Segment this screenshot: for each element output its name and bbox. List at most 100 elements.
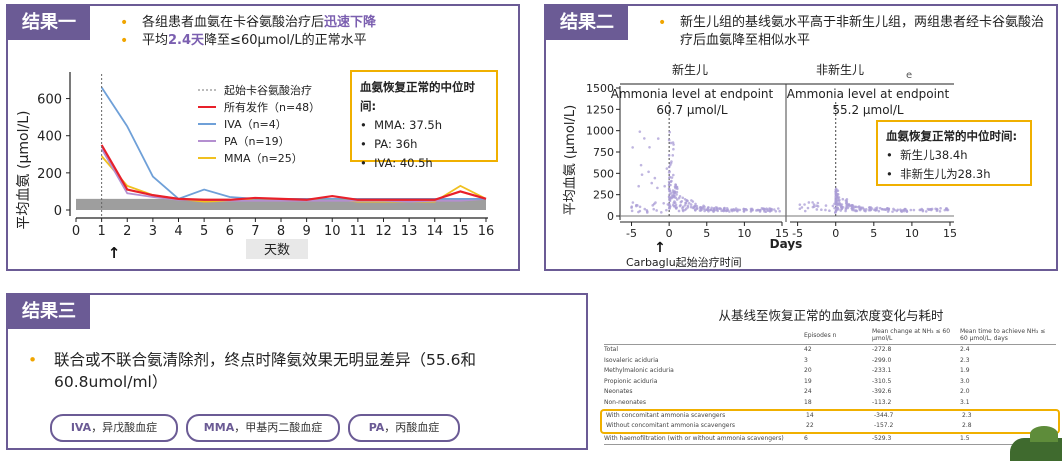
- table-cell: Neonates: [604, 388, 633, 396]
- data-point: [689, 205, 693, 209]
- table-cell: 24: [804, 388, 812, 396]
- legend-label: 所有发作（n=48）: [224, 100, 320, 114]
- data-point: [878, 206, 882, 210]
- info-box-title: 血氨恢复正常的中位时间:: [360, 80, 475, 113]
- table-header-row: Episodes n Mean change at NH₃ ≤ 60 μmol/…: [604, 326, 1056, 345]
- data-point: [655, 209, 658, 212]
- data-point: [672, 147, 675, 151]
- data-point: [685, 207, 688, 210]
- data-point: [836, 208, 839, 211]
- data-point: [815, 204, 818, 207]
- data-point: [820, 208, 823, 212]
- data-point: [924, 210, 928, 213]
- table-cell: 20: [804, 367, 812, 375]
- table-cell: Propionic aciduria: [604, 377, 658, 385]
- group-label-neonates: 新生儿: [672, 62, 708, 77]
- data-point: [684, 201, 688, 205]
- data-point: [854, 209, 857, 213]
- data-point: [770, 207, 774, 211]
- panel-result-2: 结果二 • 新生儿组的基线氨水平高于非新生儿组，两组患者经卡谷氨酸治疗后血氨降至相…: [544, 4, 1058, 271]
- table-cell: 3.1: [960, 398, 970, 406]
- data-point: [634, 204, 638, 208]
- header-cell: Mean time to achieve NH₃ ≤ 60 μmol/L, da…: [960, 328, 1046, 342]
- info-item: • 非新生儿为28.3h: [886, 167, 991, 181]
- y-tick-label: 200: [37, 167, 62, 182]
- data-point: [683, 197, 687, 201]
- bullet-text: 平均2.4天降至≤60μmol/L的正常水平: [142, 33, 367, 48]
- table-cell: With haemofiltration (with or without am…: [604, 434, 784, 442]
- data-point: [668, 130, 672, 134]
- y-axis-label: 平均血氨 (μmol/L): [16, 111, 32, 230]
- data-point: [886, 207, 890, 211]
- data-point: [863, 209, 866, 212]
- data-point: [673, 190, 676, 193]
- data-point: [693, 204, 697, 208]
- data-point: [725, 209, 728, 212]
- x-tick-label: 11: [350, 224, 367, 239]
- data-point: [654, 201, 657, 204]
- y-tick-label: 1250: [586, 103, 614, 116]
- data-point: [650, 181, 654, 185]
- data-point: [681, 206, 684, 210]
- data-point: [833, 211, 837, 214]
- data-point: [834, 198, 838, 202]
- table-cell: Isovaleric aciduria: [604, 356, 659, 364]
- data-point: [638, 205, 642, 209]
- info-item: • IVA: 40.5h: [360, 156, 433, 170]
- table-cell: 6: [804, 434, 808, 442]
- data-point: [807, 201, 811, 204]
- data-point: [663, 184, 666, 188]
- group-label-non-neonates: 非新生儿: [816, 62, 864, 77]
- data-point: [674, 203, 678, 207]
- data-point: [909, 208, 913, 212]
- small-mark: e: [906, 70, 912, 81]
- legend-label: PA（n=19）: [224, 135, 290, 148]
- summary-table: Episodes n Mean change at NH₃ ≤ 60 μmol/…: [600, 326, 1060, 446]
- data-point: [812, 205, 816, 208]
- data-point: [665, 167, 669, 170]
- data-point: [763, 208, 766, 212]
- data-point: [667, 195, 671, 199]
- x-tick-label: 9: [302, 224, 310, 239]
- data-point: [935, 208, 939, 211]
- table-cell: 19: [804, 377, 812, 385]
- table-row: With concomitant ammonia scavengers 14 -34…: [600, 408, 1060, 422]
- data-point: [668, 203, 671, 206]
- x-tick-label: 0: [832, 227, 839, 240]
- x-tick-label: 12: [375, 224, 392, 239]
- legend-label: MMA（n=25）: [224, 152, 303, 165]
- arrow-up-icon: ↑: [654, 240, 666, 256]
- table-cell: -233.1: [872, 367, 892, 375]
- data-point: [851, 207, 854, 211]
- x-axis-label: Days: [770, 237, 803, 251]
- data-point: [709, 208, 713, 211]
- panel-result-1: 结果一 • 各组患者血氨在卡谷氨酸治疗后迅速下降 • 平均2.4天降至≤60μmol…: [6, 4, 520, 271]
- table-cell: 3.0: [960, 377, 970, 385]
- data-point: [667, 138, 671, 142]
- data-point: [841, 197, 845, 201]
- data-point: [938, 209, 942, 213]
- bullet-text: 各组患者血氨在卡谷氨酸治疗后迅速下降: [142, 15, 377, 30]
- data-point: [638, 130, 642, 133]
- data-point: [631, 201, 635, 204]
- data-point: [665, 208, 668, 212]
- data-point: [668, 198, 672, 201]
- data-point: [675, 207, 678, 210]
- data-point: [749, 207, 753, 211]
- table-cell: Without concomitant ammonia scavengers: [606, 422, 736, 430]
- data-point: [643, 207, 647, 211]
- data-point: [669, 141, 673, 145]
- table-cell: 3: [804, 356, 808, 364]
- table-row: Neonates 24 -392.6 2.0: [604, 387, 1056, 398]
- data-point: [701, 206, 704, 209]
- data-point: [859, 206, 862, 210]
- y-tick-label: 400: [37, 130, 62, 145]
- data-point: [899, 209, 903, 213]
- header-cell: Episodes n: [804, 331, 837, 339]
- endpoint-text-right: Ammonia level at endpoint: [787, 87, 950, 101]
- panel-1-bullets: • 各组患者血氨在卡谷氨酸治疗后迅速下降 • 平均2.4天降至≤60μmol/L的正…: [120, 14, 515, 50]
- x-tick-label: -5: [626, 227, 637, 240]
- info-item: • 新生儿38.4h: [886, 148, 968, 162]
- data-point: [882, 208, 886, 211]
- data-point: [653, 176, 657, 180]
